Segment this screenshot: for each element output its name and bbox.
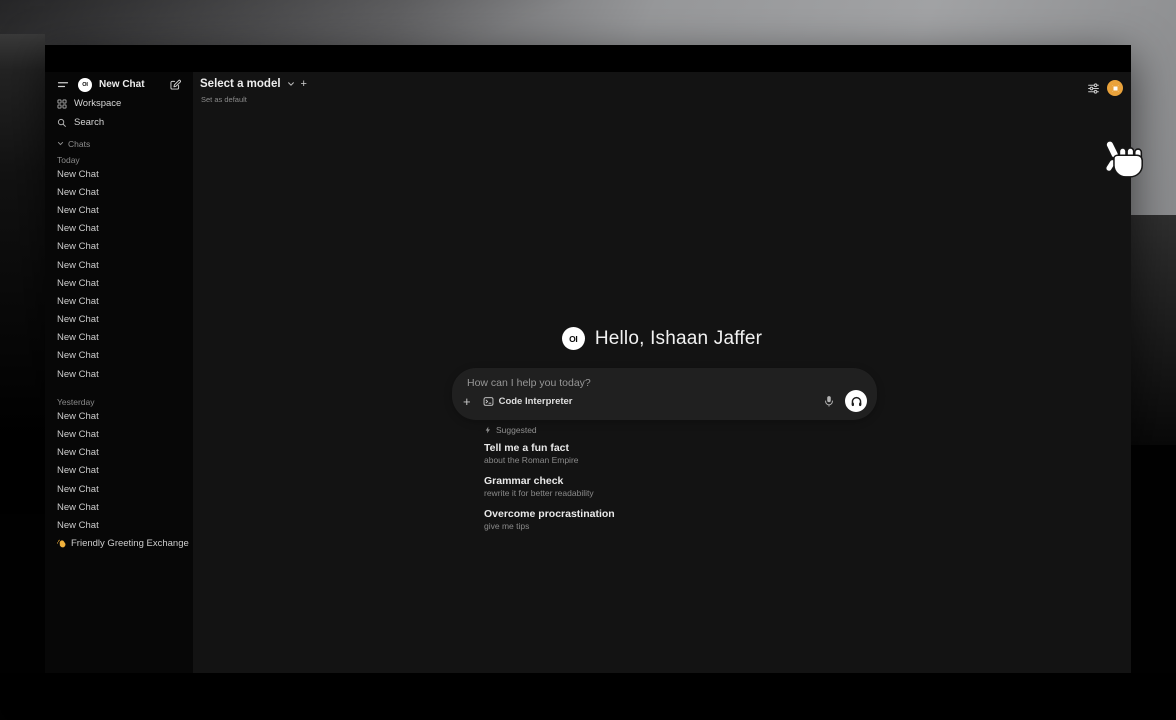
chat-list-item[interactable]: New Chat (57, 425, 185, 443)
add-model-button[interactable]: + (301, 78, 307, 90)
user-avatar[interactable] (1107, 80, 1123, 96)
terminal-icon (483, 396, 494, 407)
sidebar-nav: Workspace Search (57, 94, 185, 132)
chevron-down-icon (57, 140, 64, 147)
suggested-header: Suggested (484, 424, 814, 435)
chat-list-item[interactable]: New Chat (57, 498, 185, 516)
chat-group-label-yesterday: Yesterday (57, 396, 185, 407)
suggested-prompt[interactable]: Grammar check rewrite it for better read… (484, 475, 814, 499)
desktop-background: OI New Chat Wo (0, 0, 1176, 720)
chat-group-label-today: Today (57, 154, 185, 165)
sidebar-item-search[interactable]: Search (57, 113, 185, 132)
suggested-prompt-subtitle: about the Roman Empire (484, 455, 814, 466)
wave-emoji-icon (57, 539, 67, 549)
bolt-icon (484, 426, 492, 434)
chat-list-item[interactable]: New Chat (57, 329, 185, 347)
main-area: Select a model + Set as default (193, 72, 1131, 673)
chat-list-item[interactable]: New Chat (57, 238, 185, 256)
sidebar-header: OI New Chat (57, 77, 185, 92)
search-icon (57, 118, 67, 128)
chat-list-item[interactable]: New Chat (57, 274, 185, 292)
set-as-default-link[interactable]: Set as default (201, 95, 247, 104)
chat-list-item[interactable]: New Chat (57, 183, 185, 201)
new-chat-icon[interactable] (169, 79, 181, 91)
chat-list-item[interactable]: New Chat (57, 480, 185, 498)
voice-call-button[interactable] (845, 390, 867, 412)
sidebar: OI New Chat Wo (45, 72, 193, 673)
prompt-placeholder: How can I help you today? (467, 377, 591, 389)
chat-list-item[interactable]: New Chat (57, 444, 185, 462)
desktop-wallpaper-bottom (0, 673, 1176, 720)
avatar-image (1112, 85, 1119, 92)
sidebar-item-workspace[interactable]: Workspace (57, 94, 185, 113)
suggested-prompts: Suggested Tell me a fun fact about the R… (484, 424, 814, 532)
app-logo-icon: OI (562, 327, 585, 350)
sidebar-item-label: Search (74, 117, 104, 128)
chats-section-header[interactable]: Chats (57, 137, 185, 150)
attach-plus-button[interactable]: + (463, 395, 471, 408)
suggested-prompt-subtitle: rewrite it for better readability (484, 488, 814, 499)
prompt-input-box[interactable]: How can I help you today? + Code Interpr… (452, 368, 877, 420)
chat-list-today: New Chat New Chat New Chat New Chat New … (57, 165, 185, 383)
chat-list-item-friendly-greeting[interactable]: Friendly Greeting Exchange (57, 535, 185, 553)
app-logo-icon: OI (78, 78, 92, 92)
suggested-prompt-title: Grammar check (484, 475, 814, 488)
suggested-prompt-subtitle: give me tips (484, 521, 814, 532)
controls-sliders-icon[interactable] (1087, 82, 1100, 95)
chat-list-item[interactable]: New Chat (57, 292, 185, 310)
header-right-controls (1087, 80, 1123, 96)
chats-section-label: Chats (68, 139, 90, 149)
code-interpreter-toggle[interactable]: Code Interpreter (483, 396, 573, 407)
microphone-icon[interactable] (823, 395, 835, 407)
suggested-prompt[interactable]: Tell me a fun fact about the Roman Empir… (484, 442, 814, 466)
suggested-prompt-title: Tell me a fun fact (484, 442, 814, 455)
chat-list-item[interactable]: New Chat (57, 347, 185, 365)
code-interpreter-label: Code Interpreter (499, 396, 573, 407)
chat-list-item[interactable]: New Chat (57, 407, 185, 425)
sidebar-item-label: Workspace (74, 98, 121, 109)
headphones-icon (850, 395, 863, 408)
prompt-toolbar: + Code Interpreter (463, 389, 867, 413)
desktop-wallpaper-left (0, 34, 45, 514)
window-titlebar (45, 45, 1131, 72)
chat-list-item[interactable]: New Chat (57, 165, 185, 183)
suggested-prompt-title: Overcome procrastination (484, 508, 814, 521)
chat-list-item[interactable]: New Chat (57, 462, 185, 480)
chevron-down-icon (287, 80, 295, 88)
chat-list-yesterday: New Chat New Chat New Chat New Chat New … (57, 407, 185, 534)
sidebar-toggle-icon[interactable] (57, 79, 69, 91)
model-selector-label: Select a model (200, 78, 281, 90)
model-selector[interactable]: Select a model + (200, 78, 307, 90)
chat-list-item[interactable]: New Chat (57, 311, 185, 329)
app-window: OI New Chat Wo (45, 45, 1131, 673)
suggested-prompt[interactable]: Overcome procrastination give me tips (484, 508, 814, 532)
chat-item-label: Friendly Greeting Exchange (71, 538, 189, 549)
suggested-list: Tell me a fun fact about the Roman Empir… (484, 442, 814, 532)
chat-list-item[interactable]: New Chat (57, 256, 185, 274)
chat-list-item[interactable]: New Chat (57, 201, 185, 219)
chat-list-item[interactable]: New Chat (57, 365, 185, 383)
greeting-title: Hello, Ishaan Jaffer (595, 328, 762, 350)
chat-list-item[interactable]: New Chat (57, 220, 185, 238)
workspace-grid-icon (57, 99, 67, 109)
chat-list-item[interactable]: New Chat (57, 516, 185, 534)
greeting-hero: OI Hello, Ishaan Jaffer (193, 327, 1131, 350)
desktop-wallpaper-right (1131, 215, 1176, 445)
suggested-label: Suggested (496, 425, 537, 435)
sidebar-title: New Chat (99, 79, 145, 90)
